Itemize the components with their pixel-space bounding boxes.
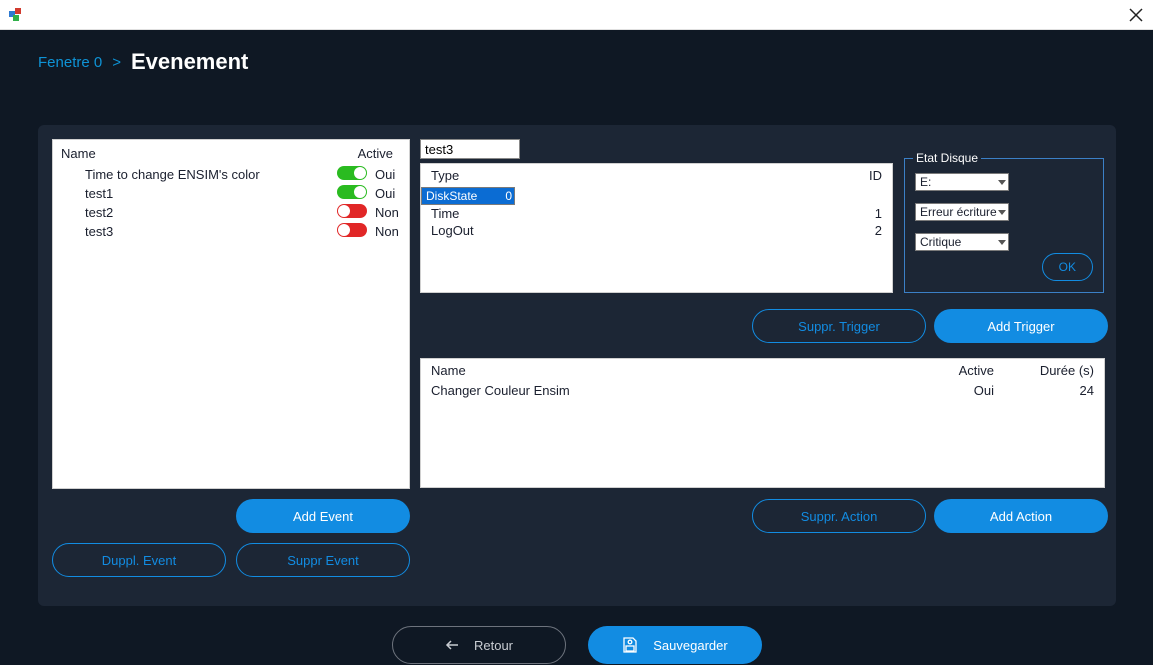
trigger-row[interactable]: LogOut2 [421,222,892,239]
etat-disque-fieldset: Etat Disque E: Erreur écriture Critique … [904,158,1104,293]
event-row[interactable]: Time to change ENSIM's color Oui [53,165,409,184]
event-row-active-value: Non [371,224,401,239]
trigger-list-header: Type ID [421,164,892,187]
breadcrumb-parent[interactable]: Fenetre 0 [38,54,102,71]
trigger-row-id: 2 [511,223,882,238]
event-row[interactable]: test1 Oui [53,184,409,203]
etat-disque-legend: Etat Disque [913,151,981,165]
suppr-trigger-button[interactable]: Suppr. Trigger [752,309,926,343]
close-icon[interactable] [1127,6,1145,24]
trigger-row[interactable]: DiskState0 [421,187,515,205]
action-list-header-active: Active [904,363,994,378]
error-type-select[interactable]: Erreur écriture [915,203,1009,221]
footer: Retour Sauvegarder [0,626,1153,664]
action-row[interactable]: Changer Couleur EnsimOui24 [421,382,1104,399]
error-type-select-value: Erreur écriture [920,205,997,219]
breadcrumb: Fenetre 0 > Evenement [0,30,1153,94]
event-name-input[interactable] [420,139,520,159]
arrow-left-icon [444,637,460,653]
drive-select-value: E: [920,175,931,189]
add-action-button[interactable]: Add Action [934,499,1108,533]
trigger-row-id: 0 [505,189,512,203]
floppy-disk-icon [621,636,639,654]
severity-select-value: Critique [920,235,961,249]
event-row[interactable]: test2 Non [53,203,409,222]
suppr-action-button[interactable]: Suppr. Action [752,499,926,533]
ok-button[interactable]: OK [1042,253,1093,281]
active-toggle[interactable] [337,185,367,199]
trigger-list: Type ID DiskState0Time1LogOut2 [420,163,893,293]
drive-select[interactable]: E: [915,173,1009,191]
trigger-row-id: 1 [511,206,882,221]
action-row-active: Oui [904,383,994,398]
event-list-header-active: Active [355,146,401,161]
breadcrumb-sep: > [112,54,121,71]
trigger-row-type: DiskState [426,189,505,203]
trigger-list-header-type: Type [431,168,511,183]
active-toggle[interactable] [337,223,367,237]
event-list-header: Name Active [53,140,409,165]
duppl-event-button[interactable]: Duppl. Event [52,543,226,577]
retour-label: Retour [474,638,513,653]
title-bar [0,0,1153,30]
event-row-active-value: Oui [371,186,401,201]
action-list-header: Name Active Durée (s) [421,359,1104,382]
trigger-list-header-id: ID [511,168,882,183]
event-row-name: test3 [85,224,337,239]
app-body: Fenetre 0 > Evenement Name Active Time t… [0,30,1153,665]
main-panel: Name Active Time to change ENSIM's color… [38,125,1116,606]
event-row-name: test1 [85,186,337,201]
active-toggle[interactable] [337,204,367,218]
action-list-header-duree: Durée (s) [994,363,1094,378]
event-row-active-value: Oui [371,167,401,182]
chevron-down-icon [998,180,1006,185]
event-row[interactable]: test3 Non [53,222,409,241]
sauvegarder-button[interactable]: Sauvegarder [588,626,762,664]
sauvegarder-label: Sauvegarder [653,638,727,653]
trigger-row-type: Time [431,206,511,221]
action-list-header-name: Name [431,363,904,378]
action-row-name: Changer Couleur Ensim [431,383,904,398]
event-row-name: Time to change ENSIM's color [85,167,337,182]
action-row-duree: 24 [994,383,1094,398]
chevron-down-icon [998,210,1006,215]
event-list: Name Active Time to change ENSIM's color… [52,139,410,489]
event-row-name: test2 [85,205,337,220]
trigger-row[interactable]: Time1 [421,205,892,222]
trigger-row-type: LogOut [431,223,511,238]
retour-button[interactable]: Retour [392,626,566,664]
page-title: Evenement [131,49,248,75]
add-trigger-button[interactable]: Add Trigger [934,309,1108,343]
chevron-down-icon [998,240,1006,245]
severity-select[interactable]: Critique [915,233,1009,251]
add-event-button[interactable]: Add Event [236,499,410,533]
app-icon [8,7,24,23]
active-toggle[interactable] [337,166,367,180]
suppr-event-button[interactable]: Suppr Event [236,543,410,577]
action-list: Name Active Durée (s) Changer Couleur En… [420,358,1105,488]
event-list-header-name: Name [61,146,355,161]
event-row-active-value: Non [371,205,401,220]
